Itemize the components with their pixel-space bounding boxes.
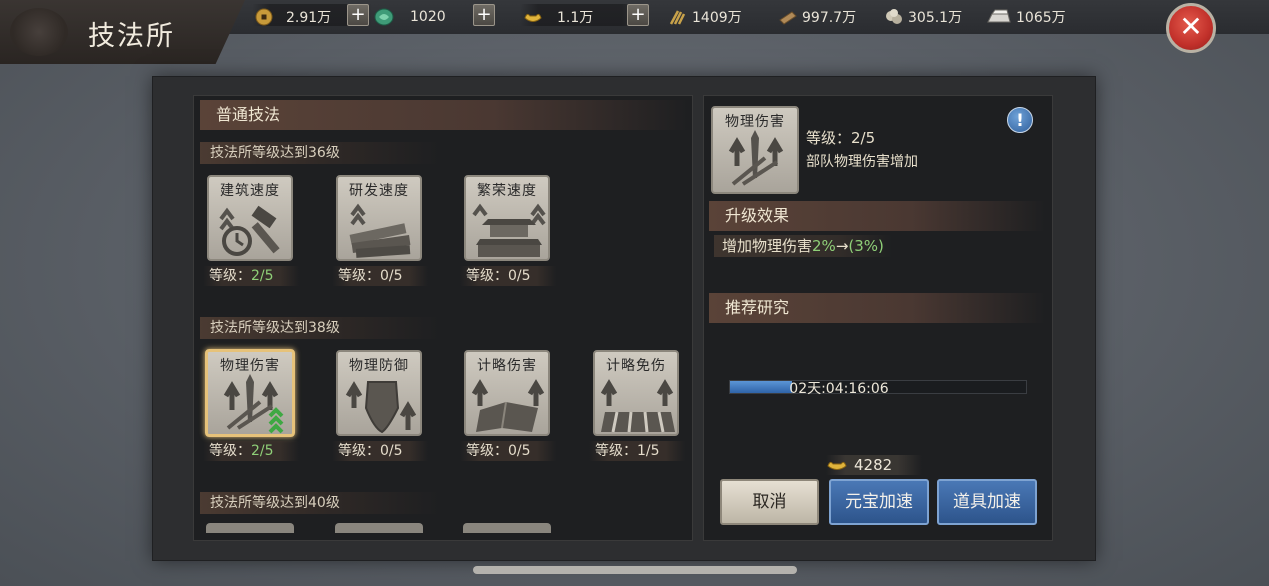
- copper-value: 2.91万: [286, 10, 332, 26]
- wood-log-icon: [779, 11, 797, 25]
- grain-resource: 1409万: [668, 6, 742, 28]
- cost-value: 4282: [854, 456, 893, 474]
- copper-coin-icon: [255, 8, 273, 26]
- grain-value: 1409万: [692, 10, 742, 26]
- grain-icon: [669, 10, 686, 25]
- detail-level: 等级：2/5: [806, 129, 876, 147]
- item-speedup-button[interactable]: 道具加速: [937, 479, 1037, 525]
- info-icon[interactable]: !: [1007, 107, 1033, 133]
- selected-skill-icon: 物理伤害: [711, 106, 799, 194]
- gold-ingot-icon: [827, 461, 847, 470]
- detail-description: 部队物理伤害增加: [806, 154, 918, 170]
- recommend-research-header: 推荐研究: [709, 293, 1045, 323]
- shield-up-icon: [345, 381, 417, 434]
- jade-value: 1020: [410, 9, 446, 25]
- add-jade-button[interactable]: +: [473, 4, 495, 26]
- skill-prosperity-speed[interactable]: 繁荣速度: [464, 175, 550, 261]
- skill-level: 等级：0/5: [460, 266, 556, 286]
- skill-tile-partial[interactable]: [463, 523, 551, 533]
- add-copper-button[interactable]: +: [347, 4, 369, 26]
- jade-icon: [374, 8, 394, 26]
- skill-tile-partial[interactable]: [206, 523, 294, 533]
- requirement-40: 技法所等级达到40级: [200, 492, 440, 514]
- skill-level: 等级：0/5: [332, 266, 428, 286]
- gold-ingot-icon: [524, 13, 542, 22]
- page-title: 技法所: [88, 21, 175, 52]
- skill-level: 等级：0/5: [460, 441, 556, 461]
- wood-value: 997.7万: [802, 10, 857, 26]
- stone-value: 305.1万: [908, 10, 963, 26]
- upgrade-effect-text: 增加物理伤害2%→(3%): [714, 235, 892, 257]
- close-button[interactable]: ✕: [1166, 3, 1216, 53]
- palace-icon: [472, 203, 546, 257]
- iron-ingot-icon: [987, 9, 1011, 23]
- iron-value: 1065万: [1016, 10, 1066, 26]
- add-gold-button[interactable]: +: [627, 4, 649, 26]
- cancel-button[interactable]: 取消: [720, 479, 819, 525]
- scrolls-icon: [349, 203, 411, 258]
- gold-speedup-button[interactable]: 元宝加速: [829, 479, 929, 525]
- skill-physical-defense[interactable]: 物理防御: [336, 350, 422, 436]
- requirement-38: 技法所等级达到38级: [200, 317, 440, 339]
- skill-tactic-damage[interactable]: 计略伤害: [464, 350, 550, 436]
- swords-up-icon: [728, 130, 784, 186]
- jade-resource: 1020: [374, 6, 446, 28]
- skill-tile-partial[interactable]: [335, 523, 423, 533]
- skill-research-speed[interactable]: 研发速度: [336, 175, 422, 261]
- skill-level: 等级：2/5: [203, 266, 299, 286]
- wood-resource: 997.7万: [778, 6, 856, 28]
- horizontal-scrollbar[interactable]: [473, 566, 797, 574]
- swords-up-icon: [223, 374, 284, 434]
- upgrade-effect-header: 升级效果: [709, 201, 1045, 231]
- skill-tactic-reduction[interactable]: 计略免伤: [593, 350, 679, 436]
- gold-resource: 1.1万: [523, 6, 593, 28]
- normal-skills-header: 普通技法: [200, 100, 688, 130]
- map-up-icon: [600, 379, 675, 433]
- skill-build-speed[interactable]: 建筑速度: [207, 175, 293, 261]
- skill-level: 等级：2/5: [203, 441, 299, 461]
- dragon-emblem-icon: [10, 8, 68, 56]
- skill-level: 等级：1/5: [589, 441, 685, 461]
- speedup-cost: 4282: [826, 455, 923, 475]
- stone-resource: 305.1万: [884, 6, 962, 28]
- copper-resource: 2.91万: [254, 6, 331, 28]
- iron-resource: 1065万: [986, 6, 1066, 28]
- scroll-map-up-icon: [471, 379, 545, 432]
- skill-level: 等级：0/5: [332, 441, 428, 461]
- stone-icon: [886, 9, 902, 24]
- hammer-clock-icon: [219, 205, 280, 256]
- research-timer: 02天:04:16:06: [789, 381, 889, 397]
- skill-physical-damage[interactable]: 物理伤害: [205, 349, 295, 437]
- requirement-36: 技法所等级达到36级: [200, 142, 440, 164]
- gold-value: 1.1万: [557, 10, 594, 26]
